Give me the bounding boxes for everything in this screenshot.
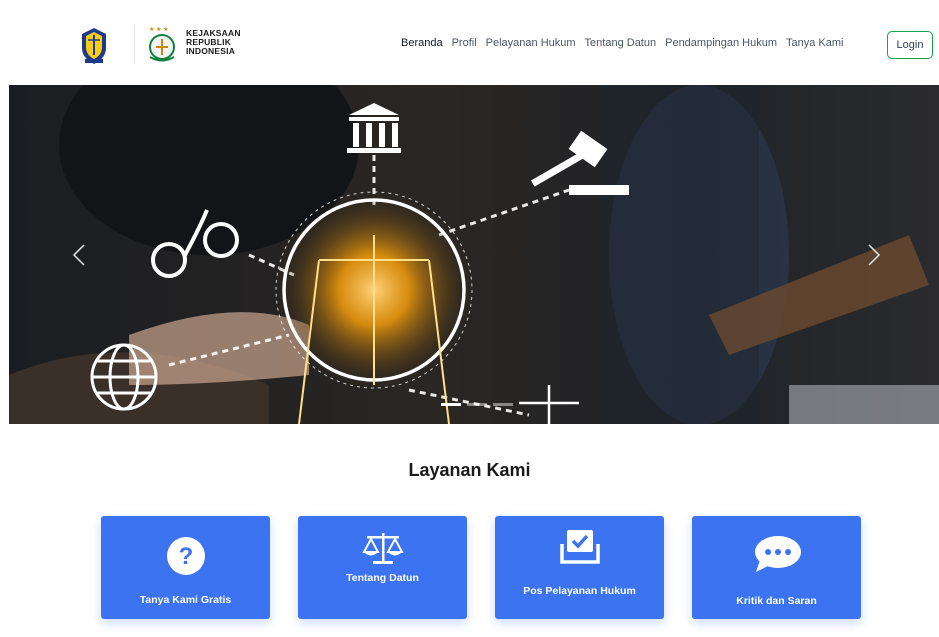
hero-carousel — [9, 85, 939, 424]
nav-pelayanan-hukum[interactable]: Pelayanan Hukum — [486, 37, 576, 49]
carousel-indicator[interactable] — [467, 403, 487, 406]
carousel-indicators — [441, 403, 513, 406]
carousel-indicator[interactable] — [441, 403, 461, 406]
question-circle-icon: ? — [166, 537, 205, 575]
chevron-right-icon — [868, 244, 881, 266]
check-box-icon — [559, 530, 600, 564]
brand-name: KEJAKSAAN REPUBLIK INDONESIA — [186, 29, 241, 56]
nav-pendampingan-hukum[interactable]: Pendampingan Hukum — [665, 37, 777, 49]
scale-icon — [361, 533, 404, 564]
carousel-next-button[interactable] — [859, 235, 889, 275]
service-label: Tentang Datun — [346, 572, 419, 584]
nav-tentang-datun[interactable]: Tentang Datun — [585, 37, 657, 49]
service-label: Tanya Kami Gratis — [139, 594, 232, 606]
service-card-kritik-dan-saran[interactable]: Kritik dan Saran — [692, 516, 861, 619]
service-card-tanya-kami-gratis[interactable]: ? Tanya Kami Gratis — [101, 516, 270, 619]
nav-profil[interactable]: Profil — [452, 37, 477, 49]
adhyaksa-emblem-icon[interactable] — [79, 26, 109, 66]
svg-text:?: ? — [178, 543, 193, 570]
login-button[interactable]: Login — [887, 31, 933, 59]
kejaksaan-logo-icon[interactable]: ★ ★ ★ — [145, 24, 179, 64]
hero-image — [9, 85, 939, 424]
service-card-tentang-datun[interactable]: Tentang Datun — [298, 516, 467, 619]
carousel-prev-button[interactable] — [64, 235, 94, 275]
service-card-pos-pelayanan-hukum[interactable]: Pos Pelayanan Hukum — [495, 516, 664, 619]
logo-divider — [134, 24, 135, 64]
service-label: Kritik dan Saran — [736, 595, 817, 607]
brand-line: INDONESIA — [186, 46, 236, 56]
main-nav: Beranda Profil Pelayanan Hukum Tentang D… — [401, 37, 844, 49]
svg-text:★ ★ ★: ★ ★ ★ — [149, 26, 168, 33]
site-header: ★ ★ ★ KEJAKSAAN REPUBLIK INDONESIA Beran… — [0, 0, 939, 84]
nav-tanya-kami[interactable]: Tanya Kami — [786, 37, 843, 49]
carousel-indicator[interactable] — [493, 403, 513, 406]
nav-beranda[interactable]: Beranda — [401, 37, 443, 49]
chat-bubble-icon — [754, 536, 801, 572]
service-label: Pos Pelayanan Hukum — [523, 585, 636, 597]
section-title: Layanan Kami — [408, 460, 531, 480]
chevron-left-icon — [72, 244, 85, 266]
